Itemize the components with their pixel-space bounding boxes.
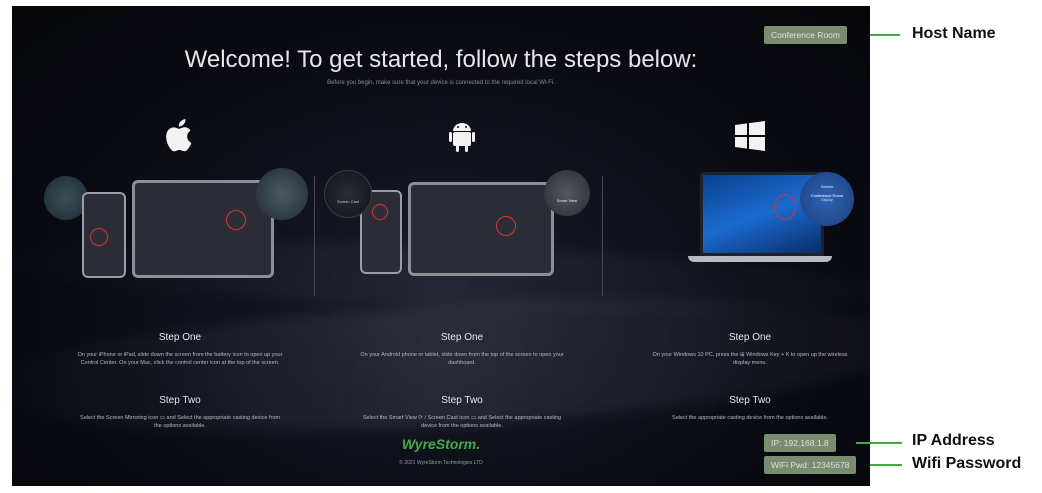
host-name-label: Host Name xyxy=(912,25,996,42)
screen-cast-label: Screen Cast xyxy=(336,199,359,204)
wifi-password-badge: WiFi Pwd: 12345678 xyxy=(764,456,857,474)
wifi-password-callout-line xyxy=(870,464,902,466)
android-step-two-desc: Select the Smart View ⟳ / Screen Cast ic… xyxy=(362,415,562,429)
column-divider xyxy=(314,176,315,296)
smart-view-label: Smart View xyxy=(556,198,578,203)
windows-logo-icon xyxy=(620,116,870,156)
highlight-ring xyxy=(774,194,796,220)
apple-devices-illustration xyxy=(44,168,310,298)
apple-column: Step One On your iPhone or iPad, slide d… xyxy=(44,116,310,430)
wifi-password-label: Wifi Password xyxy=(912,455,1022,472)
host-name-callout-line xyxy=(870,34,900,36)
search-label: Search xyxy=(820,184,834,189)
android-logo-icon xyxy=(332,116,592,156)
ipad-illustration xyxy=(132,180,274,278)
windows-laptop-illustration: Search Conference Room Display xyxy=(620,168,870,298)
highlight-ring xyxy=(226,210,246,230)
apple-step-one-desc: On your iPhone or iPad, slide down the s… xyxy=(77,352,283,366)
page-title: Welcome! To get started, follow the step… xyxy=(184,46,698,73)
highlight-ring xyxy=(90,228,108,246)
page-subtitle: Before you begin, make sure that your de… xyxy=(327,80,555,86)
screen-cast-bubble: Screen Cast xyxy=(324,170,372,218)
android-devices-illustration: Screen Cast Smart View xyxy=(324,168,592,298)
wyrestorm-logo: WyreStorm. xyxy=(401,436,481,452)
windows-step-two-title: Step Two xyxy=(729,395,771,406)
smart-view-bubble: Smart View xyxy=(544,170,590,216)
ip-address-callout-line xyxy=(856,442,902,444)
android-step-two-title: Step Two xyxy=(441,395,483,406)
android-column: Screen Cast Smart View Step One On your … xyxy=(324,116,592,430)
laptop-base xyxy=(688,256,832,262)
windows-step-one-title: Step One xyxy=(728,332,772,343)
highlight-ring xyxy=(496,216,516,236)
control-center-bubble xyxy=(256,168,308,220)
apple-logo-icon xyxy=(50,116,310,156)
windows-column: Search Conference Room Display Step One … xyxy=(620,116,870,422)
ip-address-label: IP Address xyxy=(912,432,995,449)
windows-step-two-desc: Select the appropriate casting device fr… xyxy=(672,415,828,421)
apple-step-one-title: Step One xyxy=(158,332,202,343)
wireless-display-bubble: Search Conference Room Display xyxy=(800,172,854,226)
apple-step-two-desc: Select the Screen Mirroring icon ▭ and S… xyxy=(80,415,280,429)
device-sub-label: Display xyxy=(821,198,833,202)
highlight-ring xyxy=(372,204,388,220)
apple-step-two-title: Step Two xyxy=(159,395,201,406)
host-name-badge: Conference Room xyxy=(764,26,847,44)
copyright-text: © 2021 WyreStorm Technologies LTD xyxy=(399,460,483,466)
welcome-screen: Welcome! To get started, follow the step… xyxy=(12,6,870,486)
android-tablet-illustration xyxy=(408,182,554,276)
android-step-one-desc: On your Android phone or tablet, slide d… xyxy=(360,352,564,366)
column-divider xyxy=(602,176,603,296)
windows-step-one-desc: On your Windows 10 PC, press the ⊞ Windo… xyxy=(652,352,848,366)
ip-address-badge: IP: 192.168.1.8 xyxy=(764,434,836,452)
android-step-one-title: Step One xyxy=(440,332,484,343)
